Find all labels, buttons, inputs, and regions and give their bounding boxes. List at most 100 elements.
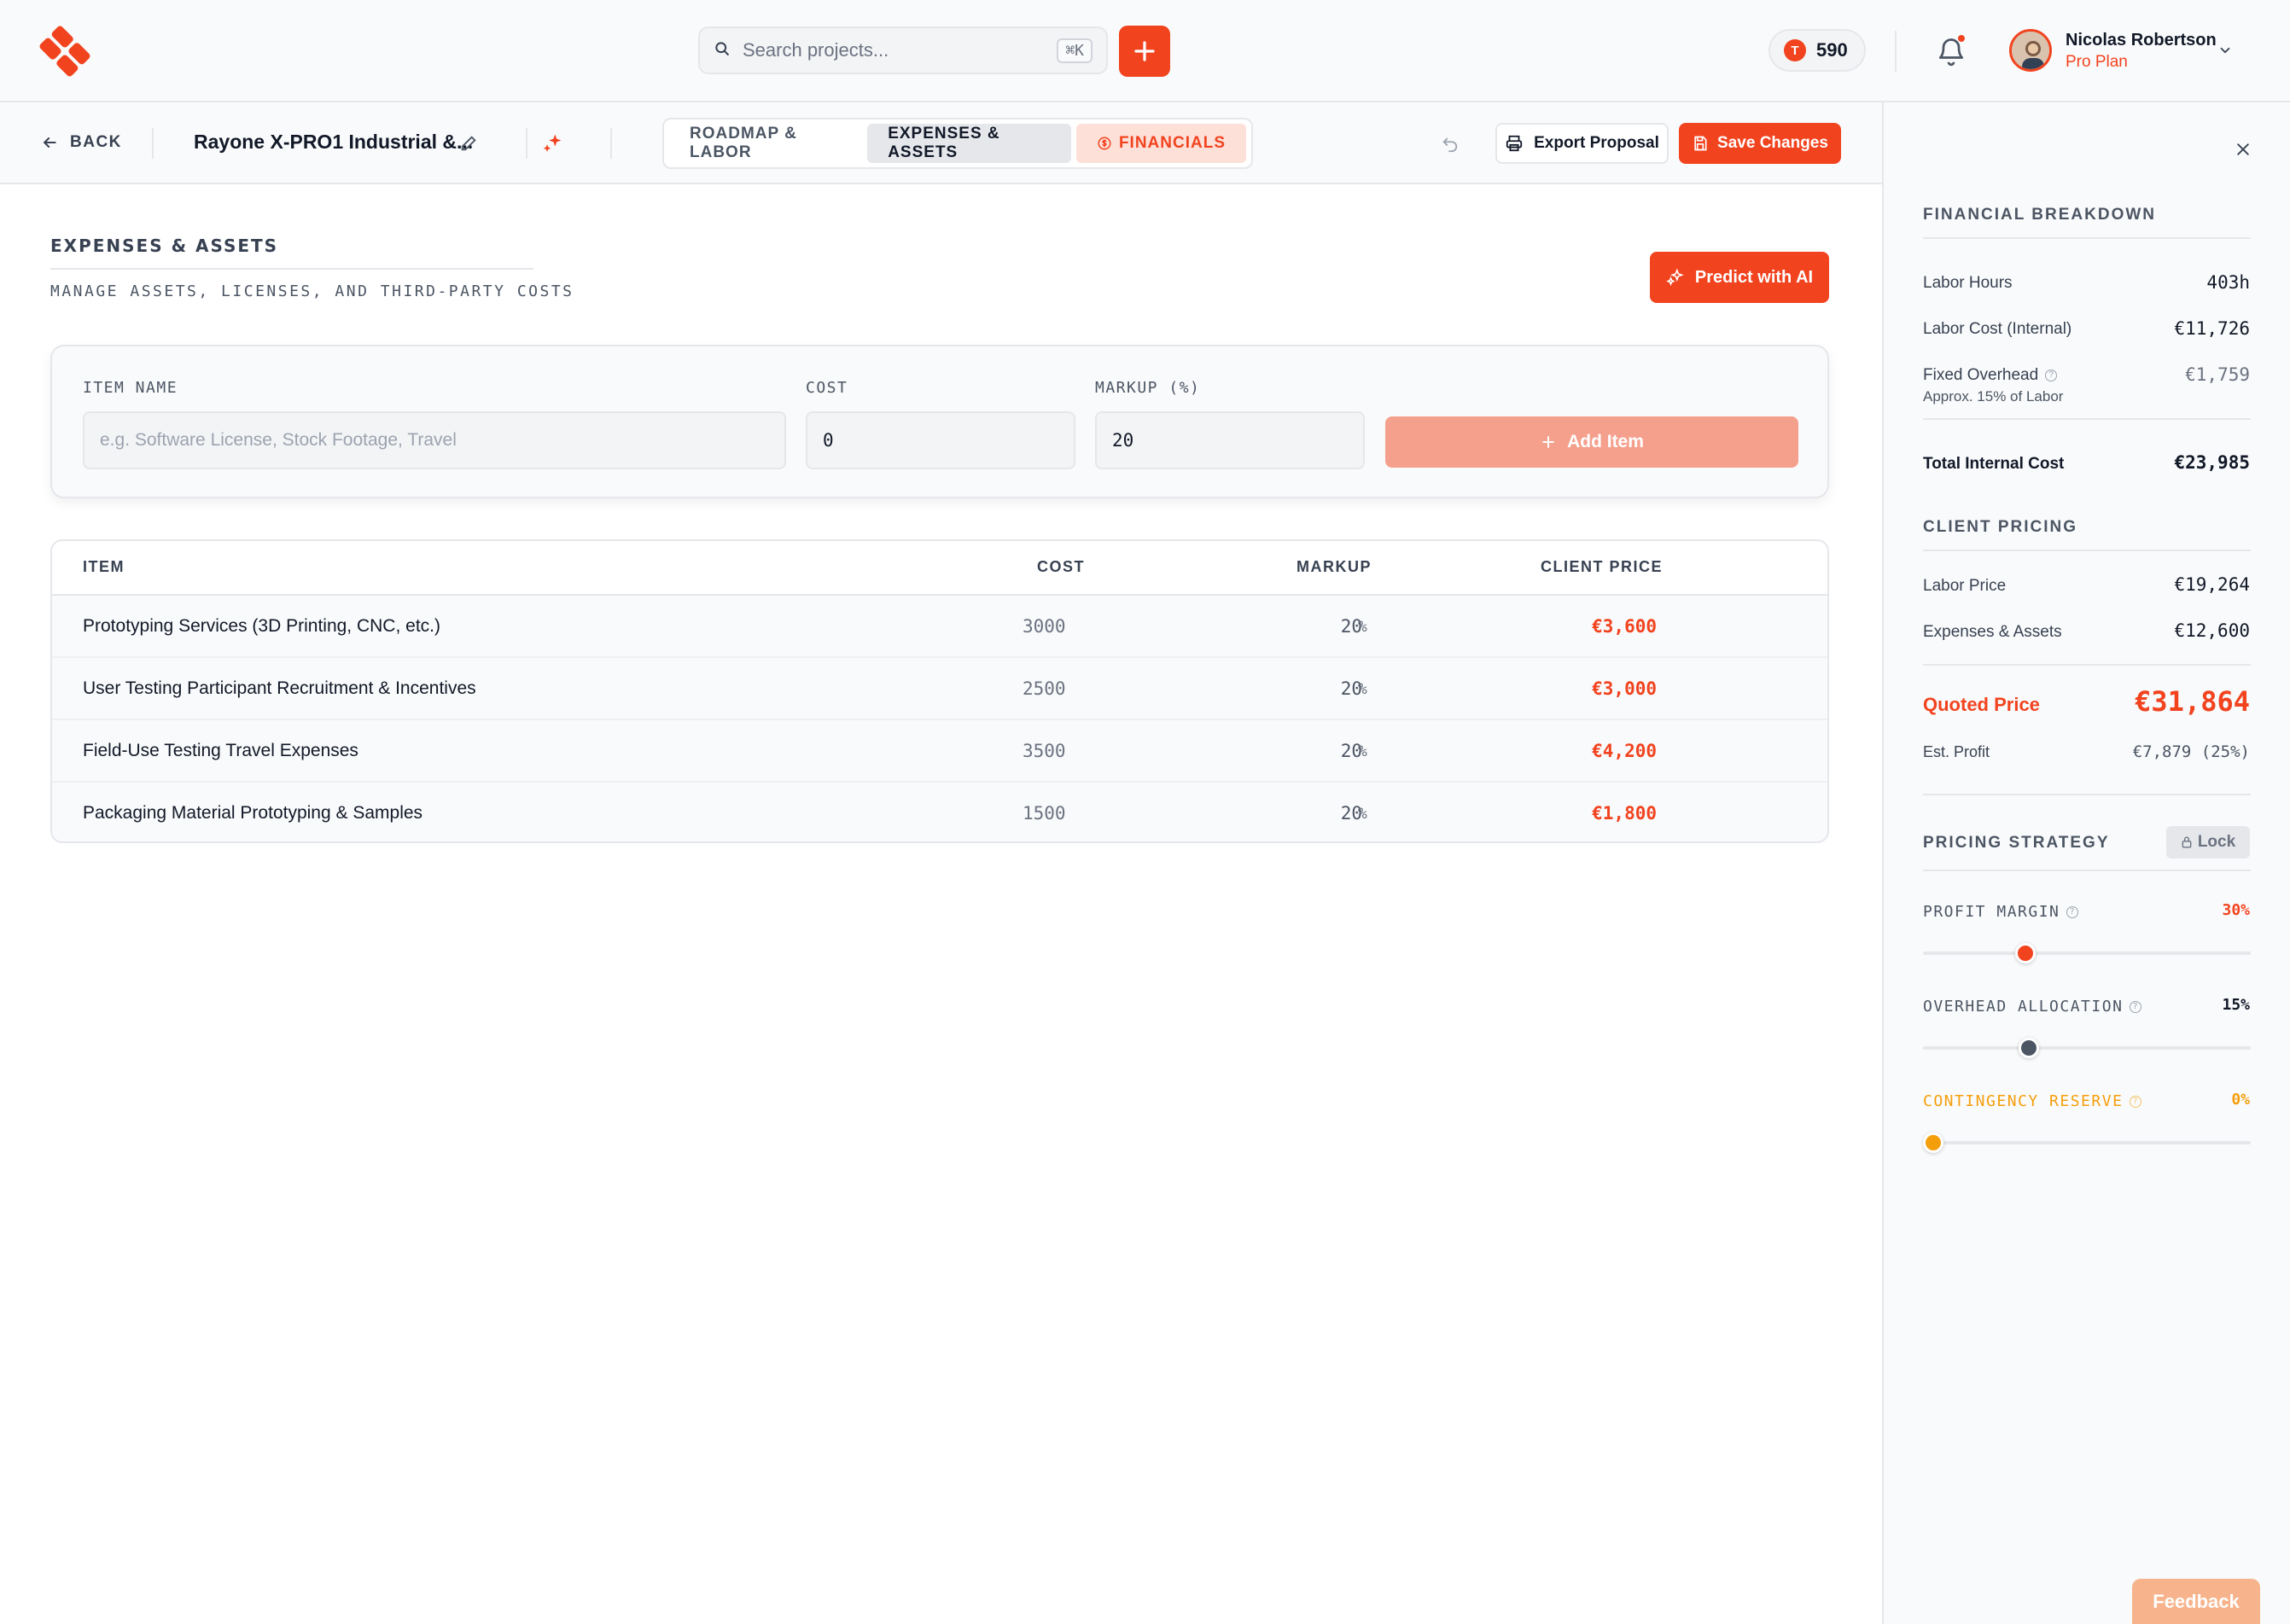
- profit-margin-slider-thumb[interactable]: [2015, 943, 2036, 963]
- avatar[interactable]: [2009, 29, 2052, 72]
- dollar-circle-icon: [1098, 137, 1111, 150]
- table-row[interactable]: Prototyping Services (3D Printing, CNC, …: [52, 596, 1827, 658]
- overhead-allocation-slider-thumb[interactable]: [2018, 1038, 2039, 1058]
- divider: [1923, 794, 2251, 795]
- search-shortcut: ⌘K: [1057, 38, 1093, 63]
- plus-icon: [1542, 436, 1554, 448]
- fixed-overhead-label: Fixed Overhead: [1923, 366, 2039, 384]
- row-item-name: Prototyping Services (3D Printing, CNC, …: [83, 616, 440, 636]
- help-icon[interactable]: ?: [2130, 1000, 2142, 1013]
- lock-button[interactable]: Lock: [2166, 826, 2250, 859]
- tab-bar: ROADMAP & LABOR EXPENSES & ASSETS FINANC…: [662, 118, 1253, 169]
- row-markup-input[interactable]: 20: [1302, 616, 1362, 637]
- table-row[interactable]: Packaging Material Prototyping & Samples…: [52, 783, 1827, 841]
- export-proposal-button[interactable]: Export Proposal: [1495, 123, 1669, 164]
- contingency-reserve-slider-track[interactable]: [1923, 1141, 2251, 1144]
- tab-financials[interactable]: FINANCIALS: [1075, 124, 1246, 163]
- page-subtitle: MANAGE ASSETS, LICENSES, AND THIRD-PARTY…: [50, 282, 574, 300]
- row-markup-input[interactable]: 20: [1302, 741, 1362, 761]
- profit-margin-slider-track[interactable]: [1923, 952, 2251, 955]
- contingency-reserve-label: CONTINGENCY RESERVE ?: [1923, 1092, 2142, 1110]
- save-label: Save Changes: [1717, 134, 1828, 152]
- expenses-table: ITEM COST MARKUP CLIENT PRICE Prototypin…: [50, 539, 1829, 843]
- lock-label: Lock: [2197, 833, 2236, 851]
- add-item-label: Add Item: [1567, 432, 1644, 451]
- save-icon: [1694, 136, 1707, 151]
- chevron-down-icon[interactable]: [2217, 43, 2233, 58]
- overhead-allocation-slider-track[interactable]: [1923, 1046, 2251, 1050]
- est-profit-label: Est. Profit: [1923, 743, 1990, 760]
- row-item-name: Field-Use Testing Travel Expenses: [83, 741, 358, 760]
- user-name: Nicolas Robertson: [2066, 31, 2217, 49]
- top-bar: Search projects... ⌘K T 590 Nicolas Robe…: [0, 0, 2290, 102]
- financial-breakdown-heading: FINANCIAL BREAKDOWN: [1923, 206, 2157, 224]
- help-icon[interactable]: ?: [2066, 905, 2079, 918]
- labor-hours-label: Labor Hours: [1923, 274, 2013, 292]
- save-changes-button[interactable]: Save Changes: [1679, 123, 1841, 164]
- undo-icon[interactable]: [1441, 135, 1460, 154]
- contingency-reserve-slider-thumb[interactable]: [1923, 1132, 1943, 1153]
- row-percent-sign: %: [1358, 680, 1367, 698]
- tab-roadmap-labor[interactable]: ROADMAP & LABOR: [669, 124, 862, 163]
- search-icon: [714, 40, 731, 61]
- close-icon[interactable]: [2235, 141, 2252, 158]
- user-plan: Pro Plan: [2066, 53, 2128, 71]
- pencil-icon[interactable]: [459, 134, 478, 153]
- add-item-button[interactable]: Add Item: [1385, 416, 1798, 468]
- total-internal-value: €23,985: [2174, 452, 2250, 473]
- table-row[interactable]: User Testing Participant Recruitment & I…: [52, 658, 1827, 720]
- plus-icon: [1134, 41, 1155, 61]
- feedback-button[interactable]: Feedback: [2132, 1579, 2260, 1624]
- divider: [1895, 31, 1897, 72]
- page-title: EXPENSES & ASSETS: [50, 236, 279, 256]
- fixed-overhead-row: Fixed Overhead ?: [1923, 366, 2058, 385]
- predict-with-ai-button[interactable]: Predict with AI: [1650, 252, 1829, 303]
- divider: [1923, 664, 2251, 666]
- expenses-assets-value: €12,600: [2174, 620, 2250, 641]
- row-percent-sign: %: [1358, 742, 1367, 760]
- total-internal-label: Total Internal Cost: [1923, 455, 2065, 473]
- row-cost-input[interactable]: 2500: [1023, 678, 1116, 699]
- table-header: ITEM COST MARKUP CLIENT PRICE: [52, 541, 1827, 596]
- row-cost-input[interactable]: 3000: [1023, 616, 1116, 637]
- row-markup-input[interactable]: 20: [1302, 678, 1362, 699]
- fixed-overhead-value: €1,759: [2185, 364, 2250, 385]
- printer-icon: [1506, 135, 1523, 152]
- pricing-strategy-heading: PRICING STRATEGY: [1923, 834, 2110, 852]
- column-cost: COST: [1037, 558, 1086, 575]
- tab-financials-label: FINANCIALS: [1118, 134, 1226, 152]
- divider: [526, 128, 527, 159]
- row-cost-input[interactable]: 1500: [1023, 803, 1116, 824]
- sparkle-icon[interactable]: [541, 131, 565, 155]
- est-profit-value: €7,879 (25%): [2132, 742, 2250, 761]
- search-bar[interactable]: Search projects... ⌘K: [698, 26, 1108, 74]
- new-project-button[interactable]: [1119, 26, 1170, 77]
- markup-input[interactable]: 20: [1095, 411, 1365, 469]
- credits-count: 590: [1816, 39, 1848, 61]
- profit-margin-value: 30%: [2222, 901, 2250, 919]
- cost-input[interactable]: 0: [806, 411, 1075, 469]
- table-row[interactable]: Field-Use Testing Travel Expenses 3500 2…: [52, 720, 1827, 783]
- row-percent-sign: %: [1358, 805, 1367, 823]
- app-logo[interactable]: [38, 24, 92, 79]
- row-cost-input[interactable]: 3500: [1023, 741, 1116, 761]
- back-button[interactable]: BACK: [41, 133, 122, 152]
- divider: [152, 128, 154, 159]
- project-title[interactable]: Rayone X-PRO1 Industrial &...: [194, 131, 473, 154]
- overhead-note: Approx. 15% of Labor: [1923, 388, 2064, 405]
- profit-margin-label-text: PROFIT MARGIN: [1923, 903, 2060, 921]
- arrow-left-icon: [43, 137, 56, 148]
- labor-cost-label: Labor Cost (Internal): [1923, 320, 2072, 338]
- tab-expenses-assets[interactable]: EXPENSES & ASSETS: [867, 124, 1071, 163]
- row-markup-input[interactable]: 20: [1302, 803, 1362, 824]
- sparkle-icon: [1666, 268, 1684, 287]
- divider: [1923, 550, 2251, 551]
- column-item: ITEM: [83, 558, 125, 575]
- search-input[interactable]: Search projects...: [743, 39, 1057, 61]
- item-name-input[interactable]: e.g. Software License, Stock Footage, Tr…: [83, 411, 786, 469]
- row-item-name: Packaging Material Prototyping & Samples: [83, 803, 423, 823]
- help-icon[interactable]: ?: [2045, 370, 2058, 381]
- credits-badge[interactable]: T 590: [1768, 29, 1866, 72]
- help-icon[interactable]: ?: [2130, 1095, 2142, 1108]
- row-client-price: €1,800: [1592, 803, 1657, 824]
